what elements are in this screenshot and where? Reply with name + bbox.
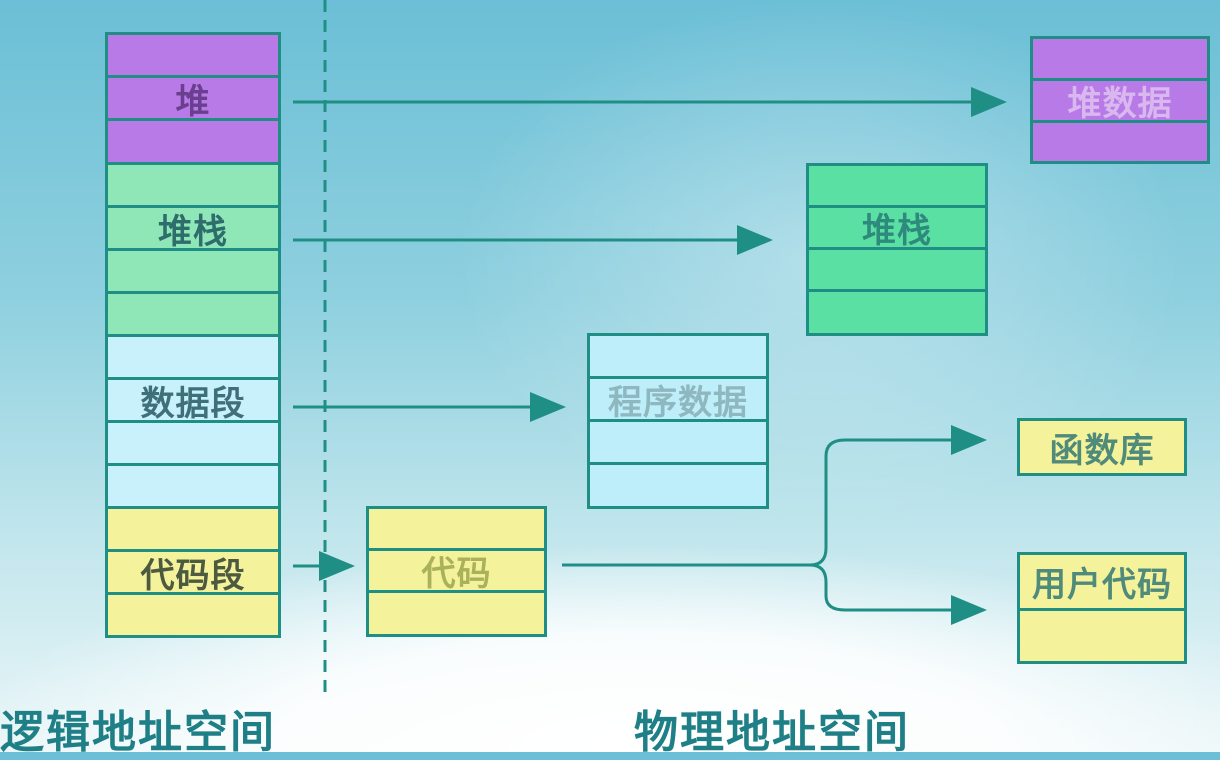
logical-stack-label: 堆栈 — [108, 208, 278, 252]
logical-stack-segment: 堆栈 — [105, 162, 281, 337]
physical-user-code-label: 用户代码 — [1020, 555, 1184, 611]
physical-code-block: 代码 — [366, 506, 547, 637]
physical-user-code-block: 用户代码 — [1017, 552, 1187, 664]
logical-space-caption: 逻辑地址空间 — [0, 707, 276, 758]
logical-heap-label: 堆 — [108, 78, 278, 122]
logical-heap-segment: 堆 — [105, 32, 281, 165]
physical-program-data-label: 程序数据 — [590, 379, 766, 423]
physical-stack-label: 堆栈 — [809, 208, 985, 251]
arrow-code-split-lower — [809, 563, 987, 625]
logical-column: 堆 堆栈 数据段 代码段 — [105, 32, 281, 638]
physical-library-label: 函数库 — [1020, 421, 1184, 473]
physical-library-block: 函数库 — [1017, 418, 1187, 476]
logical-data-label: 数据段 — [108, 380, 278, 424]
physical-heap-data-block: 堆数据 — [1030, 36, 1210, 164]
physical-heap-data-label: 堆数据 — [1033, 81, 1207, 124]
physical-space-caption: 物理地址空间 — [634, 707, 910, 758]
logical-code-label: 代码段 — [108, 552, 278, 596]
physical-program-data-block: 程序数据 — [587, 333, 769, 509]
physical-code-label: 代码 — [369, 551, 544, 594]
logical-code-segment: 代码段 — [105, 506, 281, 638]
physical-stack-block: 堆栈 — [806, 163, 988, 336]
logical-data-segment: 数据段 — [105, 334, 281, 509]
